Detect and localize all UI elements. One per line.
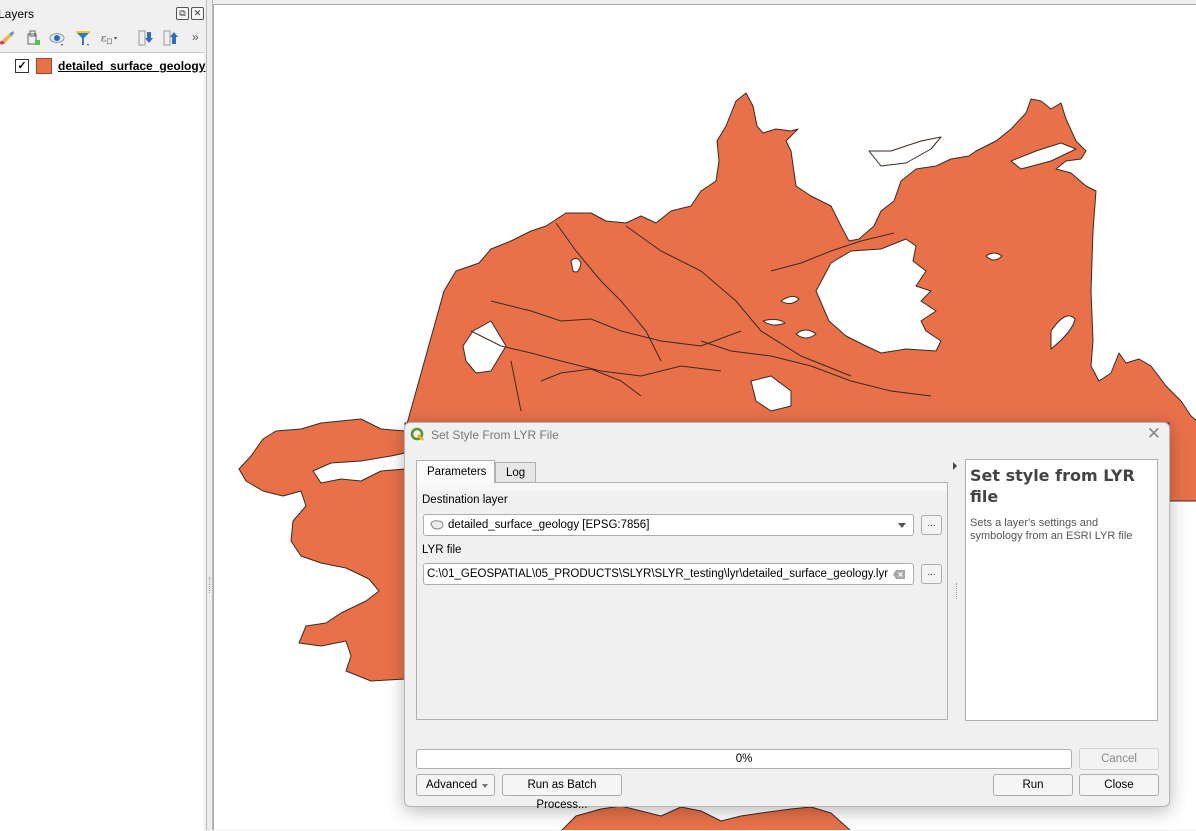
advanced-button[interactable]: Advanced [416, 774, 495, 796]
cancel-button[interactable]: Cancel [1079, 748, 1159, 770]
browse-file-button[interactable]: ... [921, 564, 942, 584]
layer-symbol-swatch[interactable] [36, 58, 52, 74]
layers-toolbar: ε » [0, 26, 206, 50]
filter-legend-icon[interactable] [74, 29, 92, 47]
destination-layer-label: Destination layer [422, 494, 508, 506]
layers-panel: Layers ⧉ ✕ ε » ✓ detailed_surface_geolog… [0, 0, 206, 831]
collapse-help-icon[interactable] [953, 462, 957, 470]
svg-text:ε: ε [101, 31, 107, 44]
advanced-button-label: Advanced [426, 779, 478, 791]
polygon-layer-icon [430, 520, 444, 530]
close-icon[interactable]: ✕ [1147, 425, 1161, 443]
help-splitter[interactable] [956, 583, 957, 599]
lyr-file-label: LYR file [422, 544, 462, 556]
help-description: Sets a layer's settings and symbology fr… [970, 517, 1133, 542]
qgis-logo-icon [410, 427, 424, 441]
add-group-icon[interactable] [24, 29, 42, 47]
run-batch-button[interactable]: Run as Batch Process... [502, 774, 622, 811]
layer-item[interactable]: ✓ detailed_surface_geology [0, 56, 205, 76]
expression-filter-icon[interactable]: ε [100, 29, 118, 47]
parameters-pane: Destination layer detailed_surface_geolo… [416, 482, 948, 720]
layer-visibility-checkbox[interactable]: ✓ [15, 59, 29, 73]
layers-panel-title: Layers [0, 7, 35, 21]
lyr-file-input[interactable]: C:\01_GEOSPATIAL\05_PRODUCTS\SLYR\SLYR_t… [423, 563, 914, 585]
layer-tree: ✓ detailed_surface_geology [0, 52, 205, 831]
float-panel-icon[interactable]: ⧉ [176, 7, 189, 20]
more-tools-icon[interactable]: » [192, 30, 199, 44]
style-manager-icon[interactable] [0, 29, 16, 47]
expand-all-icon[interactable] [137, 29, 155, 47]
progress-bar: 0% [416, 749, 1072, 769]
destination-layer-select[interactable]: detailed_surface_geology [EPSG:7856] [423, 514, 914, 536]
layer-name[interactable]: detailed_surface_geology [58, 59, 205, 73]
visibility-icon[interactable] [48, 29, 66, 47]
collapse-all-icon[interactable] [162, 29, 180, 47]
run-button[interactable]: Run [993, 774, 1073, 796]
progress-text: 0% [735, 753, 753, 765]
tab-log[interactable]: Log [495, 462, 536, 482]
geology-polygon-south [561, 805, 851, 830]
destination-options-button[interactable]: ... [921, 515, 942, 535]
dialog-title: Set Style From LYR File [431, 428, 559, 442]
dialog-titlebar[interactable]: Set Style From LYR File ✕ [405, 423, 1169, 447]
panel-splitter[interactable] [206, 0, 213, 830]
close-panel-icon[interactable]: ✕ [191, 7, 204, 20]
set-style-dialog: Set Style From LYR File ✕ Parameters Log… [404, 422, 1170, 811]
tab-parameters[interactable]: Parameters [416, 460, 495, 483]
chevron-down-icon [898, 523, 906, 528]
close-button[interactable]: Close [1079, 774, 1159, 796]
chevron-down-icon [482, 784, 488, 788]
clear-icon[interactable] [893, 570, 905, 579]
destination-layer-value: detailed_surface_geology [EPSG:7856] [448, 519, 650, 531]
lyr-file-path: C:\01_GEOSPATIAL\05_PRODUCTS\SLYR\SLYR_t… [427, 568, 889, 580]
help-title: Set style from LYR file [970, 466, 1135, 506]
help-panel: Set style from LYR file Sets a layer's s… [965, 459, 1158, 721]
